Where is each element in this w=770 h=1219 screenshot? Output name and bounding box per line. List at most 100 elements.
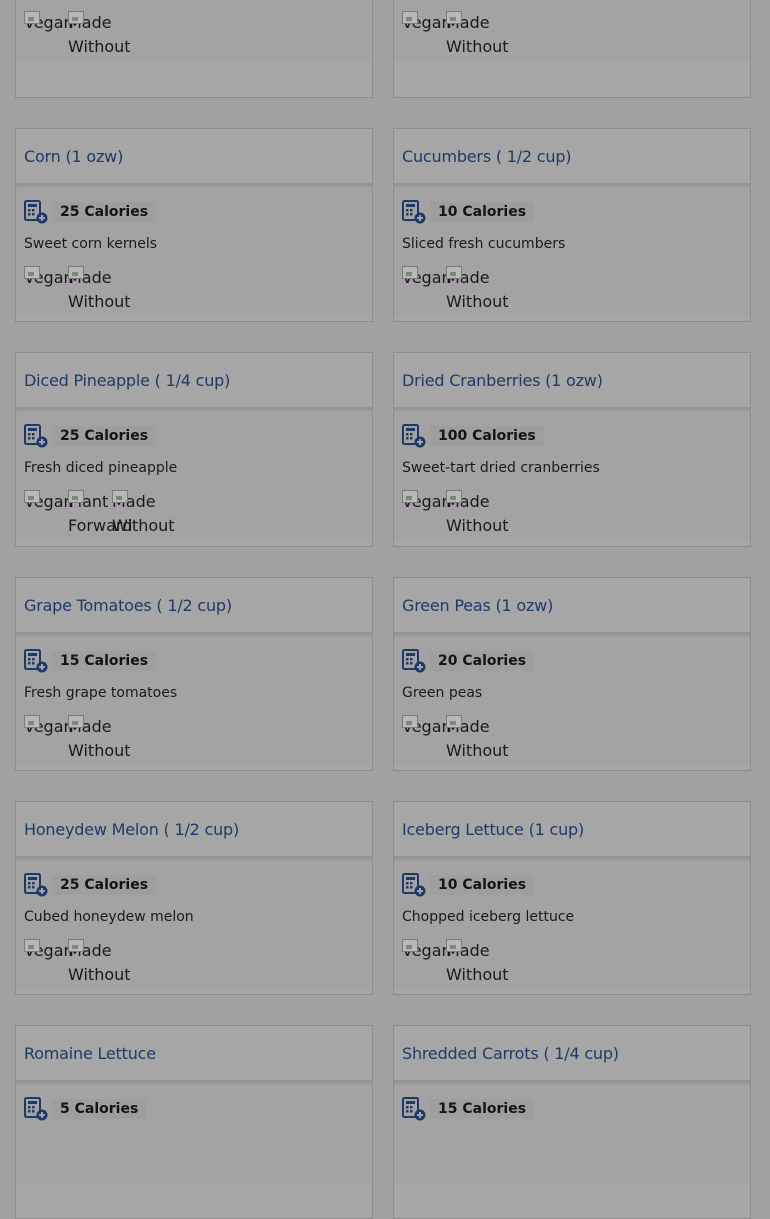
dietary-icon: Vegan (402, 11, 452, 60)
menu-item-title[interactable]: Cucumbers ( 1/2 cup) (402, 147, 572, 166)
calorie-row: 25 Calories (24, 424, 364, 448)
calorie-row: 20 Calories (402, 649, 742, 673)
broken-image-icon (446, 11, 462, 24)
broken-image-icon (68, 11, 84, 24)
menu-item-card: Grape Tomatoes ( 1/2 cup) 15 Calories Fr… (15, 577, 373, 771)
nutrition-calculator-icon[interactable] (402, 424, 426, 448)
dietary-icons: Vegan Made Without (402, 715, 742, 764)
menu-item-title[interactable]: Corn (1 ozw) (24, 147, 123, 166)
dietary-icon: Made Without (68, 11, 131, 60)
dietary-icon: Made Without (446, 490, 509, 539)
nutrition-calculator-icon[interactable] (24, 1097, 48, 1121)
calorie-badge: 15 Calories (52, 651, 157, 671)
nutrition-calculator-icon[interactable] (402, 873, 426, 897)
card-header: Corn (1 ozw) (16, 129, 372, 184)
nutrition-calculator-icon[interactable] (24, 424, 48, 448)
card-header: Romaine Lettuce (16, 1026, 372, 1081)
dietary-icon: Vegan (402, 715, 452, 764)
menu-item-title[interactable]: Shredded Carrots ( 1/4 cup) (402, 1044, 619, 1063)
menu-item-card: Cubed fresh cantaloupe VeganMadeWithout (15, 0, 373, 98)
calorie-badge: 25 Calories (52, 426, 157, 446)
broken-image-icon (68, 939, 84, 952)
dietary-icon: Made Without (68, 939, 131, 988)
dietary-icon: Vegan (24, 715, 74, 764)
dietary-icon: Vegan (24, 939, 74, 988)
menu-item-card: Dried Cranberries (1 ozw) 100 Calories S… (393, 352, 751, 547)
menu-item-card: Romaine Lettuce 5 Calories (15, 1025, 373, 1219)
dietary-icon: Made Without (68, 266, 131, 315)
menu-item-title[interactable]: Green Peas (1 ozw) (402, 596, 553, 615)
dietary-icons: Vegan Made Without (24, 11, 364, 60)
menu-item-description: Sliced fresh cucumbers (402, 236, 566, 252)
broken-image-icon (402, 11, 418, 24)
menu-item-card: Corn (1 ozw) 25 Calories Sweet corn kern… (15, 128, 373, 322)
card-body: 10 Calories Chopped iceberg lettuce Vega… (394, 857, 750, 988)
calorie-row: 25 Calories (24, 200, 364, 224)
dietary-icon: Made Without (446, 11, 509, 60)
nutrition-calculator-icon[interactable] (402, 1097, 426, 1121)
dietary-icon: Made Without (112, 490, 175, 539)
calorie-badge: 15 Calories (430, 1099, 535, 1119)
dietary-icons: Vegan Made Without (402, 490, 742, 539)
menu-item-description: Sweet-tart dried cranberries (402, 460, 600, 476)
dietary-icons: Vegan Made Without (24, 939, 364, 988)
alt-text-line: Without (112, 516, 175, 535)
broken-image-icon (68, 715, 84, 728)
menu-item-description: Chopped iceberg lettuce (402, 909, 575, 925)
nutrition-calculator-icon[interactable] (24, 649, 48, 673)
dietary-icons (402, 1135, 742, 1184)
dietary-icons: Vegan Made Without (24, 715, 364, 764)
broken-image-icon (402, 490, 418, 503)
calorie-badge: 25 Calories (52, 202, 157, 222)
alt-text-line: Without (446, 741, 509, 760)
calorie-badge: 5 Calories (52, 1099, 147, 1119)
alt-text-line: Without (68, 965, 131, 984)
broken-image-icon (402, 715, 418, 728)
dietary-icon: Made Without (68, 715, 131, 764)
menu-item-card: Honeydew Melon ( 1/2 cup) 25 Calories Cu… (15, 801, 373, 995)
menu-item-card: Shredded Carrots ( 1/4 cup) 15 Calories (393, 1025, 751, 1219)
broken-image-icon (24, 715, 40, 728)
menu-item-title[interactable]: Grape Tomatoes ( 1/2 cup) (24, 596, 232, 615)
card-body: Cubed fresh cantaloupe VeganMadeWithout (16, 0, 372, 60)
broken-image-icon (24, 266, 40, 279)
menu-item-title[interactable]: Romaine Lettuce (24, 1044, 156, 1063)
calorie-badge: 100 Calories (430, 426, 544, 446)
dietary-icon: Made Without (446, 715, 509, 764)
calorie-row: 5 Calories (24, 1097, 364, 1121)
menu-item-card: Cucumbers ( 1/2 cup) 10 Calories Sliced … (393, 128, 751, 322)
calorie-badge: 10 Calories (430, 202, 535, 222)
calorie-row: 10 Calories (402, 873, 742, 897)
calorie-badge: 25 Calories (52, 875, 157, 895)
alt-text-line: Without (68, 292, 131, 311)
menu-item-title[interactable]: Diced Pineapple ( 1/4 cup) (24, 371, 230, 390)
menu-item-description: Green peas (402, 685, 483, 701)
card-header: Diced Pineapple ( 1/4 cup) (16, 353, 372, 408)
alt-text-line: Without (446, 37, 509, 56)
broken-image-icon (402, 266, 418, 279)
broken-image-icon (24, 939, 40, 952)
card-body: 10 Calories Sliced fresh cucumbers Vegan… (394, 184, 750, 315)
menu-item-description: Fresh diced pineapple (24, 460, 178, 476)
broken-image-icon (68, 490, 84, 503)
dietary-icon: Vegan (402, 490, 452, 539)
nutrition-calculator-icon[interactable] (402, 200, 426, 224)
nutrition-calculator-icon[interactable] (24, 873, 48, 897)
calorie-badge: 10 Calories (430, 875, 535, 895)
dietary-icon: Made Without (446, 266, 509, 315)
card-header: Cucumbers ( 1/2 cup) (394, 129, 750, 184)
nutrition-calculator-icon[interactable] (402, 649, 426, 673)
card-header: Grape Tomatoes ( 1/2 cup) (16, 578, 372, 633)
broken-image-icon (446, 490, 462, 503)
card-header: Dried Cranberries (1 ozw) (394, 353, 750, 408)
broken-image-icon (446, 715, 462, 728)
nutrition-calculator-icon[interactable] (24, 200, 48, 224)
menu-item-title[interactable]: Honeydew Melon ( 1/2 cup) (24, 820, 239, 839)
broken-image-icon (402, 939, 418, 952)
dietary-icons: Vegan Made Without (402, 11, 742, 60)
menu-item-title[interactable]: Iceberg Lettuce (1 cup) (402, 820, 584, 839)
menu-item-title[interactable]: Dried Cranberries (1 ozw) (402, 371, 603, 390)
card-body: 100 Calories Sweet-tart dried cranberrie… (394, 408, 750, 539)
calorie-row: 100 Calories (402, 424, 742, 448)
calorie-row: 15 Calories (24, 649, 364, 673)
